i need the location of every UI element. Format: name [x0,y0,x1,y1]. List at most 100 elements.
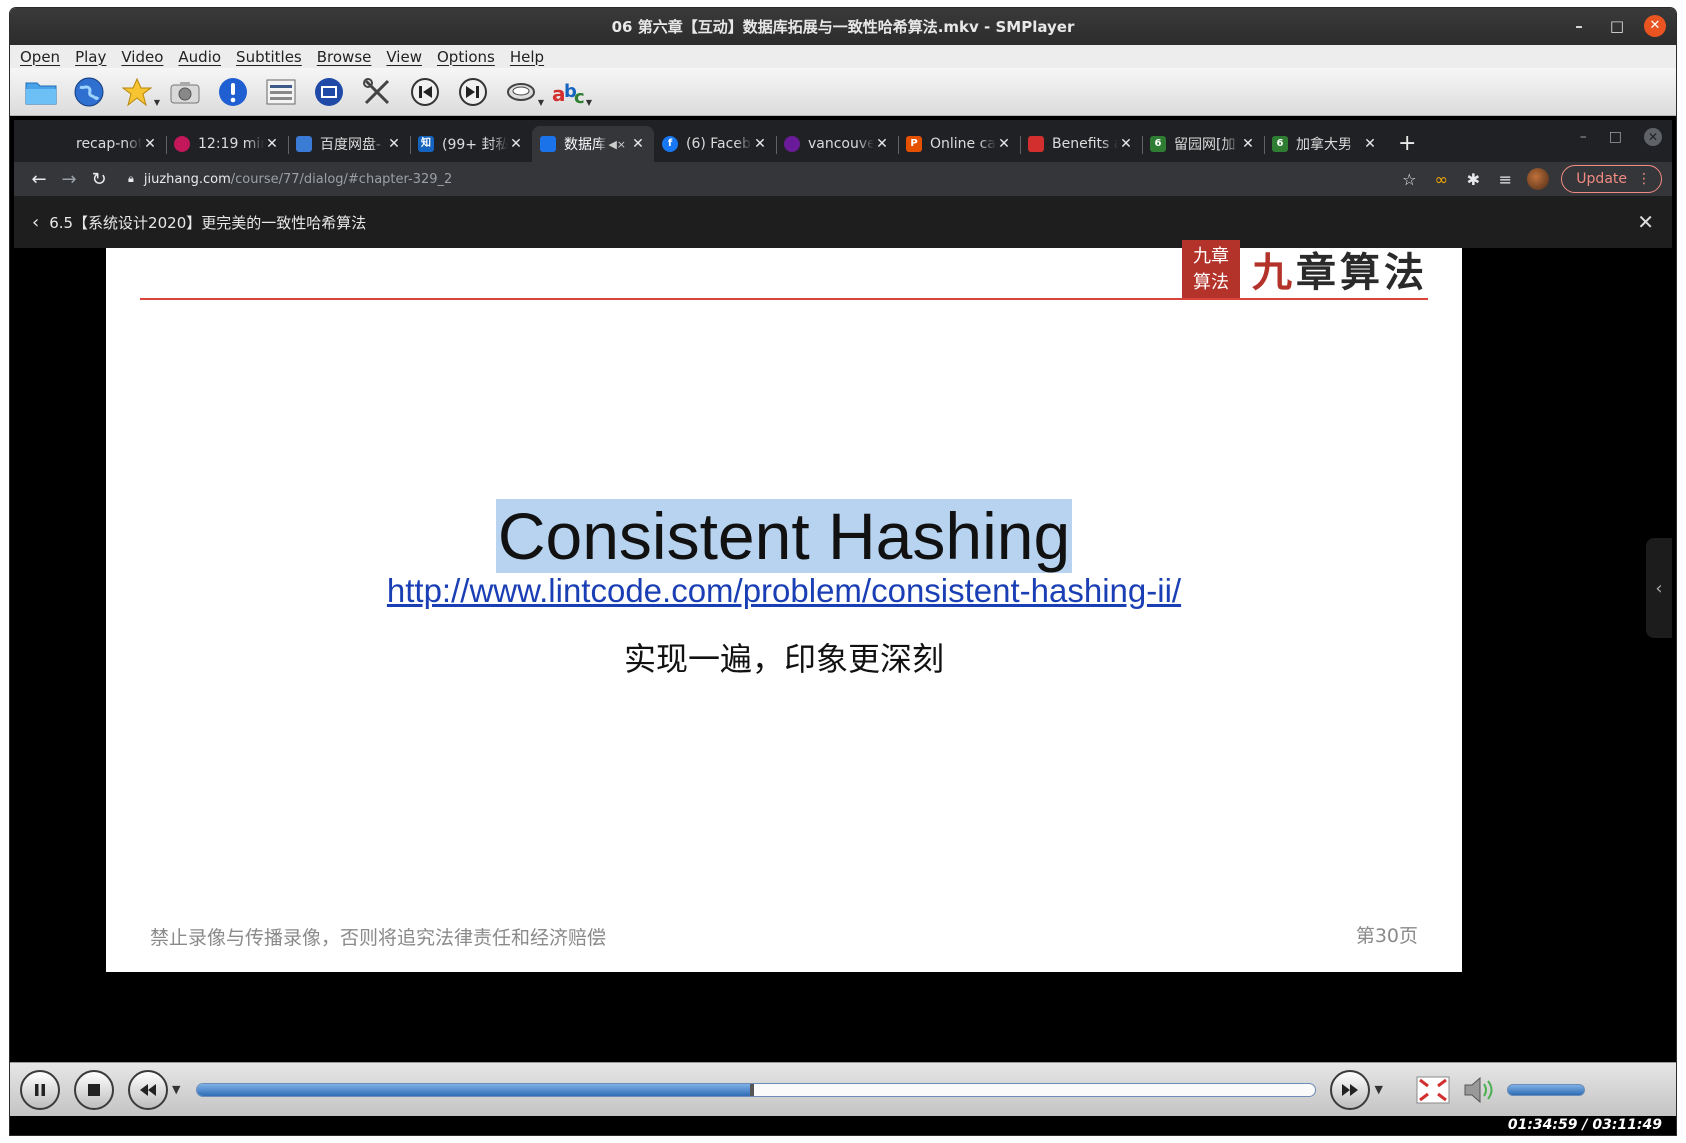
volume-icon[interactable] [1463,1075,1499,1105]
slide-divider [140,298,1428,300]
logo-text: 九章算法 [1252,249,1428,296]
lesson-title: 6.5【系统设计2020】更完美的一致性哈希算法 [49,213,367,232]
time-display: 01:34:59 / 03:11:49 [10,1116,1676,1135]
tab-favicon-icon: P [906,136,922,152]
new-tab-button[interactable]: + [1398,131,1416,156]
seek-slider[interactable] [196,1082,1317,1097]
browser-tab-active[interactable]: 数据库 ◀× ✕ [532,126,654,162]
fullscreen-icon[interactable] [1415,1075,1451,1105]
browser-tab[interactable]: 6 留园网[加 ✕ [1142,126,1264,162]
browser-maximize-button[interactable]: □ [1609,129,1622,145]
globe-icon[interactable] [72,75,106,109]
maximize-button[interactable]: □ [1606,17,1628,35]
profile-avatar[interactable] [1527,168,1550,190]
menu-open[interactable]: Open [20,48,60,66]
tab-close-icon[interactable]: ✕ [264,136,280,152]
browser-tab[interactable]: 百度网盘- ✕ [288,126,410,162]
lesson-video[interactable]: 九章 算法 九章算法 Consistent Hashing http://www.… [14,240,1672,984]
tab-title: vancouve [808,136,874,152]
tab-favicon-icon: 6 [1150,136,1166,152]
tab-close-icon[interactable]: ✕ [874,136,890,152]
tab-close-icon[interactable]: ✕ [752,136,768,152]
menu-audio[interactable]: Audio [178,48,221,66]
back-chevron-icon[interactable]: ‹ [32,212,39,233]
browser-window: recap-not ✕ 12:19 min ✕ 百度网盘- ✕ 知 (99+ 封… [14,120,1672,1058]
preferences-tools-icon[interactable] [360,75,394,109]
tab-favicon-icon [174,136,190,152]
window-controls: – □ ✕ [1568,15,1666,37]
tab-title: (6) Facebo [686,136,752,152]
video-equalizer-icon[interactable] [312,75,346,109]
tab-favicon-icon [784,136,800,152]
slide-page-number: 第30页 [1355,925,1418,947]
menu-options[interactable]: Options [437,48,495,66]
browser-tab[interactable]: f (6) Facebo ✕ [654,126,776,162]
favorites-star-icon[interactable]: ▼ [120,75,160,109]
tab-close-icon[interactable]: ✕ [630,136,646,152]
reload-icon[interactable]: ↻ [84,169,114,190]
tab-favicon-icon: 6 [1272,136,1288,152]
bookmark-star-icon[interactable]: ☆ [1399,170,1419,189]
menu-view[interactable]: View [386,48,422,66]
browser-tab[interactable]: vancouve ✕ [776,126,898,162]
update-button[interactable]: Update ⋮ [1561,165,1662,193]
browser-tab[interactable]: 6 加拿大男 ✕ [1264,126,1386,162]
volume-slider[interactable] [1506,1083,1585,1096]
seek-handle[interactable] [749,1083,754,1096]
browser-actions: ☆ ∞ ✱ ≡ Update ⋮ [1399,165,1662,193]
menu-subtitles[interactable]: Subtitles [236,48,302,66]
previous-chapter-icon[interactable] [408,75,442,109]
tab-close-icon[interactable]: ✕ [386,136,402,152]
audio-track-icon[interactable]: ▼ [504,75,544,109]
close-window-button[interactable]: ✕ [1644,15,1666,37]
close-lesson-icon[interactable]: ✕ [1637,210,1654,234]
video-area[interactable]: recap-not ✕ 12:19 min ✕ 百度网盘- ✕ 知 (99+ 封… [10,116,1676,1062]
tab-close-icon[interactable]: ✕ [996,136,1012,152]
menu-help[interactable]: Help [510,48,544,66]
extension-infinity-icon[interactable]: ∞ [1431,170,1451,189]
browser-tab[interactable]: recap-not ✕ [44,126,166,162]
seek-progress [197,1083,752,1096]
browser-tabstrip: recap-not ✕ 12:19 min ✕ 百度网盘- ✕ 知 (99+ 封… [14,120,1672,162]
rewind-menu-icon[interactable]: ▼ [172,1083,180,1096]
browser-tab[interactable]: Benefits a ✕ [1020,126,1142,162]
menu-play[interactable]: Play [75,48,106,66]
browser-close-button[interactable]: ✕ [1644,128,1662,146]
info-icon[interactable] [216,75,250,109]
browser-toolbar: ← → ↻ 🔒︎ jiuzhang.com /course/77/dialog/… [14,162,1672,196]
side-panel-chevron-icon[interactable]: ‹ [1646,538,1672,638]
forward-arrow-icon[interactable]: → [54,169,84,190]
open-folder-icon[interactable] [24,75,58,109]
browser-minimize-button[interactable]: – [1580,129,1587,145]
playlist-icon[interactable] [264,75,298,109]
tab-muted-icon[interactable]: ◀× [608,138,626,151]
menu-video[interactable]: Video [121,48,163,66]
rewind-button[interactable] [128,1069,168,1110]
tab-favicon-icon: 知 [418,136,434,152]
subtitles-abc-icon[interactable]: abc ▼ [552,75,592,109]
tab-close-icon[interactable]: ✕ [1362,136,1378,152]
tab-title: 百度网盘- [320,137,382,153]
next-chapter-icon[interactable] [456,75,490,109]
tab-title: Benefits a [1052,136,1118,152]
tab-close-icon[interactable]: ✕ [142,136,158,152]
tab-close-icon[interactable]: ✕ [1240,136,1256,152]
forward-button[interactable] [1330,1069,1371,1110]
extensions-puzzle-icon[interactable]: ✱ [1463,170,1483,189]
stop-button[interactable] [74,1069,114,1110]
minimize-button[interactable]: – [1568,17,1590,35]
browser-tab[interactable]: 12:19 min ✕ [166,126,288,162]
browser-tab[interactable]: 知 (99+ 封私 ✕ [410,126,532,162]
slide-link[interactable]: http://www.lintcode.com/problem/consiste… [106,572,1462,610]
back-arrow-icon[interactable]: ← [24,169,54,190]
title-bar: 06 第六章【互动】数据库拓展与一致性哈希算法.mkv - SMPlayer –… [10,8,1676,45]
address-bar[interactable]: 🔒︎ jiuzhang.com /course/77/dialog/#chapt… [120,165,1390,193]
tab-close-icon[interactable]: ✕ [508,136,524,152]
tab-close-icon[interactable]: ✕ [1118,136,1134,152]
pause-button[interactable] [20,1069,60,1110]
browser-tab[interactable]: P Online ca ✕ [898,126,1020,162]
screenshot-camera-icon[interactable] [168,75,202,109]
media-queue-icon[interactable]: ≡ [1495,170,1515,189]
menu-browse[interactable]: Browse [317,48,372,66]
forward-menu-icon[interactable]: ▼ [1374,1083,1382,1096]
